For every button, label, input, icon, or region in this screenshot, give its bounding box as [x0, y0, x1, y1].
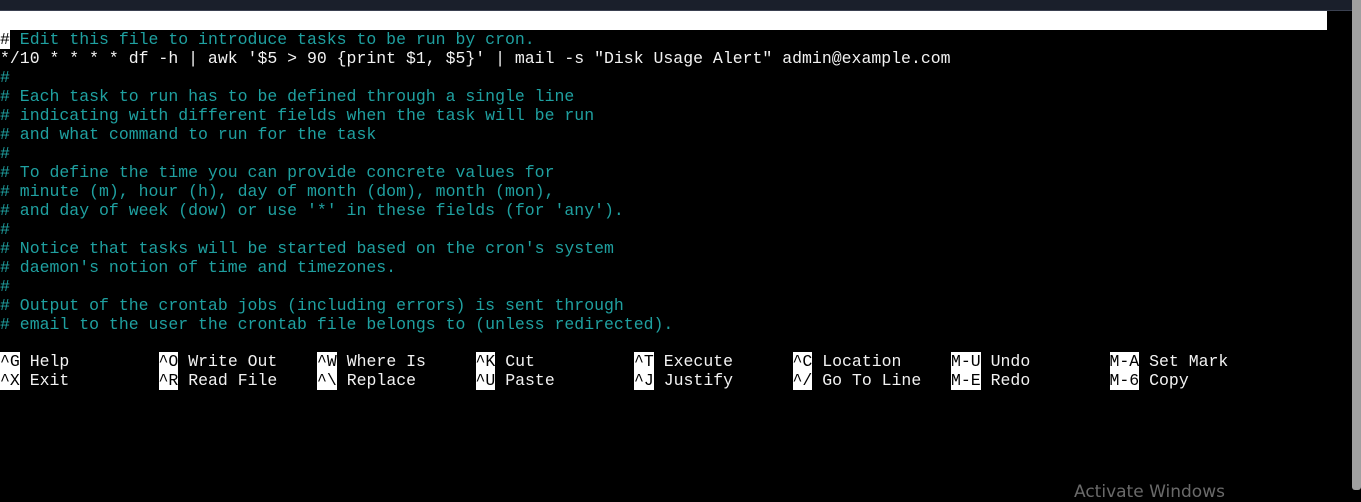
line-text: # and what command to run for the task	[0, 125, 377, 144]
shortcut-label: Exit	[29, 371, 70, 390]
shortcut-label: Paste	[505, 371, 555, 390]
cron-job-line[interactable]: */10 * * * * df -h | awk '$5 > 90 {print…	[0, 49, 951, 68]
line-text: # indicating with different fields when …	[0, 106, 595, 125]
comment-line[interactable]: # Edit this file to introduce tasks to b…	[0, 30, 951, 49]
shortcut-redo[interactable]: M-E Redo	[951, 371, 1030, 390]
comment-line[interactable]: # indicating with different fields when …	[0, 106, 951, 125]
comment-line[interactable]: # To define the time you can provide con…	[0, 163, 951, 182]
line-text: #	[0, 220, 10, 239]
shortcut-bar: ^G Help ^O Write Out ^W Where Is ^K Cut ^T E…	[0, 352, 1300, 390]
shortcut-key: ^/	[792, 371, 813, 390]
line-text: # Notice that tasks will be started base…	[0, 239, 614, 258]
shortcut-key: ^C	[792, 352, 813, 371]
comment-line[interactable]: # Notice that tasks will be started base…	[0, 239, 951, 258]
comment-line[interactable]: #	[0, 277, 951, 296]
nano-titlebar: GNU nano 7.2 /tmp/crontab.szlSEa/crontab	[0, 11, 1327, 68]
scrollbar[interactable]	[1352, 0, 1361, 490]
shortcut-key: ^X	[0, 371, 20, 390]
shortcut-undo[interactable]: M-U Undo	[951, 352, 1030, 371]
shortcut-replace[interactable]: ^\ Replace	[317, 371, 416, 390]
line-text: #	[0, 68, 10, 87]
shortcut-key: M-U	[951, 352, 981, 371]
line-text: */10 * * * * df -h | awk '$5 > 90 {print…	[0, 49, 951, 68]
window-top-strip	[0, 0, 1352, 11]
shortcut-label: Where Is	[346, 352, 426, 371]
comment-line[interactable]: # minute (m), hour (h), day of month (do…	[0, 182, 951, 201]
shortcut-label: Go To Line	[822, 371, 922, 390]
shortcut-help[interactable]: ^G Help	[0, 352, 69, 371]
shortcut-justify[interactable]: ^J Justify	[634, 371, 733, 390]
shortcut-read-file[interactable]: ^R Read File	[158, 371, 278, 390]
comment-line[interactable]: # and what command to run for the task	[0, 125, 951, 144]
shortcut-label: Undo	[990, 352, 1031, 371]
comment-line[interactable]: # email to the user the crontab file bel…	[0, 315, 951, 334]
shortcut-label: Execute	[663, 352, 734, 371]
comment-line[interactable]: # and day of week (dow) or use '*' in th…	[0, 201, 951, 220]
shortcut-key: ^\	[317, 371, 337, 390]
shortcut-exit[interactable]: ^X Exit	[0, 371, 69, 390]
shortcut-key: ^K	[475, 352, 496, 371]
shortcut-where-is[interactable]: ^W Where Is	[317, 352, 426, 371]
editor-area[interactable]: # Edit this file to introduce tasks to b…	[0, 30, 951, 334]
line-text: # daemon's notion of time and timezones.	[0, 258, 397, 277]
shortcut-set-mark[interactable]: M-A Set Mark	[1109, 352, 1229, 371]
comment-line[interactable]: # daemon's notion of time and timezones.	[0, 258, 951, 277]
shortcut-label: Location	[822, 352, 902, 371]
line-text: #	[0, 144, 10, 163]
shortcut-label: Copy	[1149, 371, 1189, 390]
line-text: # and day of week (dow) or use '*' in th…	[0, 201, 624, 220]
shortcut-key: M-E	[951, 371, 981, 390]
shortcut-key: ^R	[158, 371, 179, 390]
shortcut-key: ^J	[634, 371, 654, 390]
shortcut-label: Cut	[505, 352, 535, 371]
shortcut-label: Redo	[990, 371, 1031, 390]
line-text: # Output of the crontab jobs (including …	[0, 296, 624, 315]
shortcut-key: M-6	[1109, 371, 1140, 390]
comment-line[interactable]: #	[0, 68, 951, 87]
shortcut-key: ^T	[634, 352, 654, 371]
comment-line[interactable]: # Output of the crontab jobs (including …	[0, 296, 951, 315]
line-text: # email to the user the crontab file bel…	[0, 315, 674, 334]
shortcut-location[interactable]: ^C Location	[792, 352, 902, 371]
shortcut-paste[interactable]: ^U Paste	[475, 371, 555, 390]
comment-line[interactable]: #	[0, 144, 951, 163]
shortcut-label: Set Mark	[1149, 352, 1229, 371]
shortcut-label: Write Out	[188, 352, 278, 371]
shortcut-label: Help	[29, 352, 70, 371]
shortcut-label: Read File	[188, 371, 278, 390]
shortcut-cut[interactable]: ^K Cut	[475, 352, 535, 371]
line-text: # Each task to run has to be defined thr…	[0, 87, 575, 106]
shortcut-row: ^G Help ^O Write Out ^W Where Is ^K Cut ^T E…	[0, 352, 1300, 371]
comment-line[interactable]: #	[0, 220, 951, 239]
shortcut-key: ^G	[0, 352, 20, 371]
shortcut-key: M-A	[1109, 352, 1140, 371]
shortcut-copy[interactable]: M-6 Copy	[1109, 371, 1189, 390]
line-text: # To define the time you can provide con…	[0, 163, 555, 182]
shortcut-key: ^W	[317, 352, 337, 371]
shortcut-label: Replace	[346, 371, 417, 390]
shortcut-key: ^U	[475, 371, 496, 390]
shortcut-execute[interactable]: ^T Execute	[634, 352, 733, 371]
line-text: # minute (m), hour (h), day of month (do…	[0, 182, 555, 201]
shortcut-key: ^O	[158, 352, 179, 371]
shortcut-write-out[interactable]: ^O Write Out	[158, 352, 278, 371]
comment-line[interactable]: # Each task to run has to be defined thr…	[0, 87, 951, 106]
activate-windows-watermark: Activate Windows	[1074, 482, 1225, 502]
shortcut-go-to-line[interactable]: ^/ Go To Line	[792, 371, 922, 390]
shortcut-row: ^X Exit ^R Read File ^\ Replace ^U Paste ^J …	[0, 371, 1300, 390]
text-cursor: #	[0, 30, 10, 49]
shortcut-label: Justify	[663, 371, 734, 390]
line-text: Edit this file to introduce tasks to be …	[9, 30, 535, 49]
line-text: #	[0, 277, 10, 296]
